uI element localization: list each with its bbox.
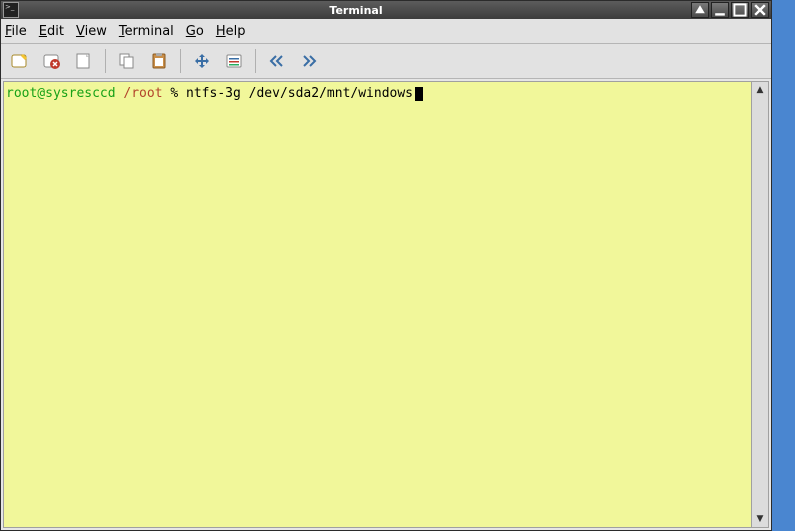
next-tab-button[interactable] xyxy=(296,48,322,74)
menu-bar: File Edit View Terminal Go Help xyxy=(1,19,771,44)
terminal-pane[interactable]: root@sysresccd /root % ntfs-3g /dev/sda2… xyxy=(4,82,751,527)
new-tab-icon xyxy=(10,51,30,71)
preferences-icon xyxy=(224,51,244,71)
prompt-path: /root xyxy=(123,86,162,101)
toolbar-separator xyxy=(180,49,181,73)
toolbar xyxy=(1,44,771,79)
terminal-container: root@sysresccd /root % ntfs-3g /dev/sda2… xyxy=(3,81,769,528)
titlebar: Terminal xyxy=(1,1,771,19)
shade-button[interactable] xyxy=(691,2,709,18)
command-text: ntfs-3g /dev/sda2/mnt/windows xyxy=(186,86,413,101)
scroll-down-icon[interactable]: ▼ xyxy=(752,511,768,527)
toolbar-separator xyxy=(105,49,106,73)
new-window-button[interactable] xyxy=(71,48,97,74)
copy-icon xyxy=(117,51,137,71)
menu-file[interactable]: File xyxy=(5,24,27,39)
cursor xyxy=(415,87,423,101)
minimize-button[interactable] xyxy=(711,2,729,18)
copy-button[interactable] xyxy=(114,48,140,74)
close-button[interactable] xyxy=(751,2,769,18)
next-tab-icon xyxy=(299,51,319,71)
new-window-icon xyxy=(74,51,94,71)
window-title: Terminal xyxy=(23,4,689,17)
menu-edit[interactable]: Edit xyxy=(39,24,64,39)
app-icon xyxy=(3,2,19,18)
prev-tab-button[interactable] xyxy=(264,48,290,74)
scroll-track[interactable] xyxy=(752,98,768,511)
maximize-button[interactable] xyxy=(731,2,749,18)
fullscreen-icon xyxy=(192,51,212,71)
scrollbar[interactable]: ▲ ▼ xyxy=(751,82,768,527)
scroll-up-icon[interactable]: ▲ xyxy=(752,82,768,98)
menu-terminal[interactable]: Terminal xyxy=(119,24,174,39)
prev-tab-icon xyxy=(267,51,287,71)
new-tab-button[interactable] xyxy=(7,48,33,74)
fullscreen-button[interactable] xyxy=(189,48,215,74)
close-tab-button[interactable] xyxy=(39,48,65,74)
menu-go[interactable]: Go xyxy=(186,24,204,39)
prompt-user: root@sysresccd xyxy=(6,86,116,101)
paste-icon xyxy=(149,51,169,71)
toolbar-separator xyxy=(255,49,256,73)
prompt-symbol: % xyxy=(170,86,178,101)
preferences-button[interactable] xyxy=(221,48,247,74)
terminal-window: Terminal File Edit View Terminal Go Help xyxy=(0,0,772,531)
menu-help[interactable]: Help xyxy=(216,24,246,39)
paste-button[interactable] xyxy=(146,48,172,74)
menu-view[interactable]: View xyxy=(76,24,107,39)
close-tab-icon xyxy=(42,51,62,71)
